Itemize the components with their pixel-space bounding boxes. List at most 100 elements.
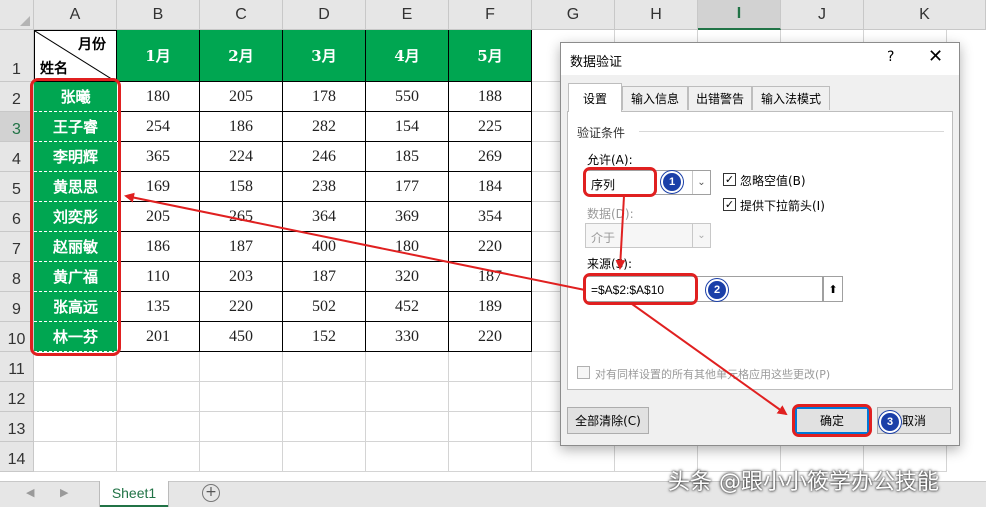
- grid-cell[interactable]: [366, 382, 449, 412]
- grid-cell[interactable]: [366, 412, 449, 442]
- value-cell[interactable]: 203: [200, 262, 283, 292]
- column-header-f[interactable]: F: [449, 0, 532, 30]
- value-cell[interactable]: 180: [366, 232, 449, 262]
- value-cell[interactable]: 187: [200, 232, 283, 262]
- grid-cell[interactable]: [449, 442, 532, 472]
- value-cell[interactable]: 502: [283, 292, 366, 322]
- tab-ime-mode[interactable]: 输入法模式: [752, 86, 830, 110]
- value-cell[interactable]: 201: [117, 322, 200, 352]
- grid-cell[interactable]: [449, 352, 532, 382]
- grid-cell[interactable]: [34, 382, 117, 412]
- tab-error-alert[interactable]: 出错警告: [688, 86, 752, 110]
- row-header-7[interactable]: 7: [0, 232, 34, 262]
- value-cell[interactable]: 282: [283, 112, 366, 142]
- value-cell[interactable]: 169: [117, 172, 200, 202]
- column-header-k[interactable]: K: [864, 0, 986, 30]
- row-header-1[interactable]: 1: [0, 30, 34, 82]
- value-cell[interactable]: 205: [117, 202, 200, 232]
- grid-cell[interactable]: [283, 412, 366, 442]
- value-cell[interactable]: 220: [449, 322, 532, 352]
- clear-all-button[interactable]: 全部清除(C): [567, 407, 649, 434]
- value-cell[interactable]: 188: [449, 82, 532, 112]
- column-header-d[interactable]: D: [283, 0, 366, 30]
- grid-cell[interactable]: [449, 382, 532, 412]
- grid-cell[interactable]: [200, 412, 283, 442]
- next-sheet-arrow-icon[interactable]: ▶: [60, 486, 68, 499]
- month-header[interactable]: 2月: [200, 30, 283, 82]
- column-header-i[interactable]: I: [698, 0, 781, 30]
- column-header-e[interactable]: E: [366, 0, 449, 30]
- add-sheet-icon[interactable]: +: [202, 484, 220, 502]
- chevron-down-icon[interactable]: ⌄: [692, 171, 710, 194]
- value-cell[interactable]: 254: [117, 112, 200, 142]
- row-header-6[interactable]: 6: [0, 202, 34, 232]
- prev-sheet-arrow-icon[interactable]: ◀: [26, 486, 34, 499]
- grid-cell[interactable]: [34, 442, 117, 472]
- row-header-2[interactable]: 2: [0, 82, 34, 112]
- value-cell[interactable]: 320: [366, 262, 449, 292]
- value-cell[interactable]: 400: [283, 232, 366, 262]
- value-cell[interactable]: 152: [283, 322, 366, 352]
- grid-cell[interactable]: [117, 412, 200, 442]
- grid-cell[interactable]: [366, 352, 449, 382]
- value-cell[interactable]: 452: [366, 292, 449, 322]
- grid-cell[interactable]: [34, 352, 117, 382]
- grid-cell[interactable]: [283, 352, 366, 382]
- value-cell[interactable]: 186: [117, 232, 200, 262]
- row-header-10[interactable]: 10: [0, 322, 34, 352]
- value-cell[interactable]: 189: [449, 292, 532, 322]
- grid-cell[interactable]: [283, 442, 366, 472]
- value-cell[interactable]: 184: [449, 172, 532, 202]
- grid-cell[interactable]: [366, 442, 449, 472]
- value-cell[interactable]: 187: [283, 262, 366, 292]
- column-header-a[interactable]: A: [34, 0, 117, 30]
- row-header-8[interactable]: 8: [0, 262, 34, 292]
- month-header[interactable]: 3月: [283, 30, 366, 82]
- grid-cell[interactable]: [449, 412, 532, 442]
- ignore-blank-checkbox[interactable]: ✓: [723, 173, 736, 186]
- value-cell[interactable]: 135: [117, 292, 200, 322]
- grid-cell[interactable]: [117, 352, 200, 382]
- value-cell[interactable]: 225: [449, 112, 532, 142]
- value-cell[interactable]: 238: [283, 172, 366, 202]
- month-header[interactable]: 1月: [117, 30, 200, 82]
- value-cell[interactable]: 205: [200, 82, 283, 112]
- table-header-diagonal-cell[interactable]: 月份 姓名: [34, 30, 118, 83]
- grid-cell[interactable]: [200, 442, 283, 472]
- value-cell[interactable]: 110: [117, 262, 200, 292]
- row-header-12[interactable]: 12: [0, 382, 34, 412]
- row-header-14[interactable]: 14: [0, 442, 34, 472]
- tab-settings[interactable]: 设置: [568, 83, 622, 112]
- select-all-corner[interactable]: [0, 0, 34, 30]
- value-cell[interactable]: 154: [366, 112, 449, 142]
- help-icon[interactable]: ?: [887, 49, 894, 65]
- grid-cell[interactable]: [34, 412, 117, 442]
- column-header-b[interactable]: B: [117, 0, 200, 30]
- value-cell[interactable]: 220: [449, 232, 532, 262]
- value-cell[interactable]: 158: [200, 172, 283, 202]
- value-cell[interactable]: 186: [200, 112, 283, 142]
- value-cell[interactable]: 269: [449, 142, 532, 172]
- value-cell[interactable]: 185: [366, 142, 449, 172]
- row-header-9[interactable]: 9: [0, 292, 34, 322]
- value-cell[interactable]: 330: [366, 322, 449, 352]
- value-cell[interactable]: 365: [117, 142, 200, 172]
- value-cell[interactable]: 354: [449, 202, 532, 232]
- grid-cell[interactable]: [283, 382, 366, 412]
- grid-cell[interactable]: [200, 352, 283, 382]
- month-header[interactable]: 5月: [449, 30, 532, 82]
- tab-input-message[interactable]: 输入信息: [622, 86, 688, 110]
- grid-cell[interactable]: [532, 442, 615, 472]
- column-header-j[interactable]: J: [781, 0, 864, 30]
- value-cell[interactable]: 265: [200, 202, 283, 232]
- value-cell[interactable]: 224: [200, 142, 283, 172]
- row-header-11[interactable]: 11: [0, 352, 34, 382]
- column-header-g[interactable]: G: [532, 0, 615, 30]
- value-cell[interactable]: 246: [283, 142, 366, 172]
- month-header[interactable]: 4月: [366, 30, 449, 82]
- grid-cell[interactable]: [117, 442, 200, 472]
- row-header-13[interactable]: 13: [0, 412, 34, 442]
- value-cell[interactable]: 550: [366, 82, 449, 112]
- close-icon[interactable]: ✕: [928, 46, 943, 67]
- column-header-c[interactable]: C: [200, 0, 283, 30]
